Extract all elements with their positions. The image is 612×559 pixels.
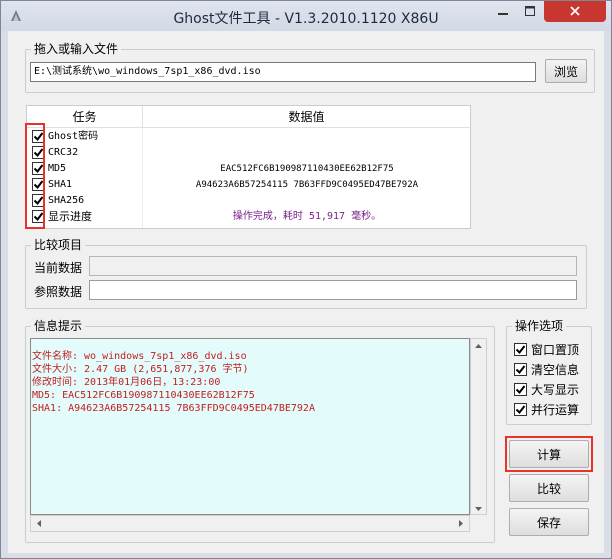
info-sha1: SHA1: A94623A6B57254115 7B63FFD9C0495ED4… <box>32 403 315 414</box>
file-path-input[interactable]: E:\测试系统\wo_windows_7sp1_x86_dvd.iso <box>30 62 536 82</box>
option-label: 窗口置顶 <box>531 343 580 357</box>
close-icon <box>570 5 580 19</box>
reference-data-field[interactable] <box>89 280 577 300</box>
task-row-progress: 显示进度 操作完成，耗时 51,917 毫秒。 <box>27 209 470 225</box>
info-file-name: 文件名称: wo_windows_7sp1_x86_dvd.iso <box>32 351 247 362</box>
scroll-up-icon <box>475 344 482 348</box>
info-md5: MD5: EAC512FC6B190987110430EE62B12F75 <box>32 390 255 401</box>
uppercase-checkbox[interactable] <box>514 383 527 396</box>
close-button[interactable] <box>544 1 606 22</box>
scroll-left-icon <box>37 520 41 527</box>
browse-button[interactable]: 浏览 <box>545 59 587 83</box>
vertical-scrollbar[interactable] <box>470 338 487 515</box>
task-row-md5: MD5 EAC512FC6B190987110430EE62B12F75 <box>27 161 470 177</box>
always-on-top-checkbox[interactable] <box>514 343 527 356</box>
horizontal-scrollbar[interactable] <box>30 515 470 532</box>
task-row-crc32: CRC32 <box>27 145 470 161</box>
scroll-right-icon <box>459 520 463 527</box>
minimize-button[interactable] <box>489 1 517 22</box>
md5-value: EAC512FC6B190987110430EE62B12F75 <box>220 164 394 174</box>
parallel-checkbox[interactable] <box>514 403 527 416</box>
task-name: MD5 <box>48 163 67 174</box>
task-row-sha1: SHA1 A94623A6B57254115 7B63FFD9C0495ED47… <box>27 177 470 193</box>
info-text-area[interactable]: 文件名称: wo_windows_7sp1_x86_dvd.iso 文件大小: … <box>30 338 470 515</box>
title-bar[interactable]: Ghost文件工具 - V1.3.2010.1120 X86U <box>1 1 611 31</box>
scroll-down-icon <box>475 507 482 511</box>
progress-status: 操作完成，耗时 51,917 毫秒。 <box>232 211 382 222</box>
compute-highlight-box <box>505 436 593 472</box>
option-label: 清空信息 <box>531 363 580 377</box>
task-name: SHA256 <box>48 195 85 206</box>
task-row-sha256: SHA256 <box>27 193 470 209</box>
maximize-icon <box>525 5 535 19</box>
task-name: 显示进度 <box>48 210 92 223</box>
compare-group-title: 比较项目 <box>31 237 86 253</box>
current-data-label: 当前数据 <box>34 261 83 275</box>
task-row-ghost-password: Ghost密码 <box>27 129 470 145</box>
task-name: CRC32 <box>48 147 79 158</box>
option-label: 并行运算 <box>531 403 580 417</box>
task-name: SHA1 <box>48 179 73 190</box>
compare-button[interactable]: 比较 <box>509 474 589 502</box>
header-value: 数据值 <box>143 106 470 128</box>
file-group-title: 拖入或输入文件 <box>31 41 122 57</box>
clear-info-checkbox[interactable] <box>514 363 527 376</box>
save-button[interactable]: 保存 <box>509 508 589 536</box>
checkbox-highlight-box <box>25 123 45 229</box>
info-file-size: 文件大小: 2.47 GB (2,651,877,376 字节) <box>32 364 249 375</box>
info-modified-time: 修改时间: 2013年01月06日，13:23:00 <box>32 377 221 388</box>
maximize-button[interactable] <box>517 1 543 22</box>
option-label: 大写显示 <box>531 383 580 397</box>
task-name: Ghost密码 <box>48 131 99 142</box>
task-table: 任务 数据值 Ghost密码 CRC32 MD5 EAC512FC6B19098… <box>26 105 471 229</box>
info-group-title: 信息提示 <box>31 318 86 334</box>
options-group-title: 操作选项 <box>512 318 567 334</box>
reference-data-label: 参照数据 <box>34 285 83 299</box>
current-data-field[interactable] <box>89 256 577 276</box>
minimize-icon <box>498 5 508 19</box>
sha1-value: A94623A6B57254115 7B63FFD9C0495ED47BE792… <box>195 180 419 190</box>
app-window: Ghost文件工具 - V1.3.2010.1120 X86U 拖入或输入文件 … <box>0 0 612 559</box>
